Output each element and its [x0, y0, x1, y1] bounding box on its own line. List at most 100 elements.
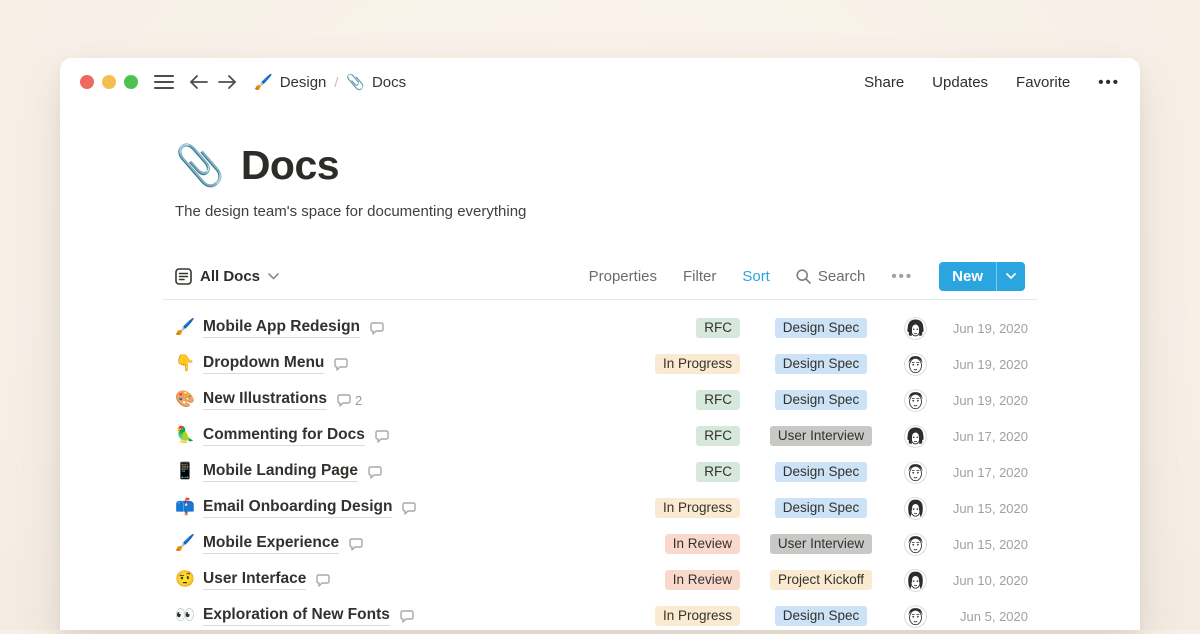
avatar[interactable]: [904, 533, 927, 556]
new-button-label[interactable]: New: [939, 262, 996, 291]
row-date: Jun 19, 2020: [940, 321, 1028, 336]
doc-title-link[interactable]: Email Onboarding Design: [203, 498, 392, 518]
new-button[interactable]: New: [939, 262, 1025, 291]
doc-emoji-icon: 📫: [175, 500, 203, 516]
table-row[interactable]: 🎨 New Illustrations 2 RFC Design Spec Ju…: [163, 382, 1037, 418]
avatar[interactable]: [904, 605, 927, 628]
doc-title-link[interactable]: Mobile Experience: [203, 534, 339, 554]
comment-count[interactable]: [375, 430, 393, 443]
status-badge[interactable]: In Progress: [655, 498, 740, 518]
doc-type-badge[interactable]: Design Spec: [775, 462, 868, 482]
titlebar-actions: Share Updates Favorite •••: [864, 74, 1120, 91]
doc-title-link[interactable]: Mobile Landing Page: [203, 462, 358, 482]
favorite-button[interactable]: Favorite: [1016, 74, 1070, 91]
doc-title-link[interactable]: User Interface: [203, 570, 306, 590]
status-badge[interactable]: In Progress: [655, 354, 740, 374]
doc-type-badge[interactable]: Design Spec: [775, 318, 868, 338]
sidebar-menu-button[interactable]: [154, 75, 174, 89]
row-date: Jun 17, 2020: [940, 465, 1028, 480]
forward-button[interactable]: [218, 75, 236, 89]
doc-emoji-icon: 🎨: [175, 392, 203, 408]
chevron-down-icon: [268, 273, 279, 280]
breadcrumb-label: Docs: [372, 74, 406, 91]
comment-count[interactable]: [370, 322, 388, 335]
comment-bubble-icon: [349, 538, 363, 551]
filter-button[interactable]: Filter: [683, 268, 716, 285]
table-row[interactable]: 🤨 User Interface In Review Project Kicko…: [163, 562, 1037, 598]
table-row[interactable]: 👇 Dropdown Menu In Progress Design Spec …: [163, 346, 1037, 382]
hamburger-icon: [154, 75, 174, 89]
share-button[interactable]: Share: [864, 74, 904, 91]
row-date: Jun 17, 2020: [940, 429, 1028, 444]
doc-title-link[interactable]: Dropdown Menu: [203, 354, 324, 374]
avatar[interactable]: [904, 461, 927, 484]
updates-button[interactable]: Updates: [932, 74, 988, 91]
avatar[interactable]: [904, 497, 927, 520]
comment-count[interactable]: 2: [337, 393, 362, 408]
table-row[interactable]: 👀 Exploration of New Fonts In Progress D…: [163, 598, 1037, 634]
table-row[interactable]: 🖌️ Mobile App Redesign RFC Design Spec J…: [163, 310, 1037, 346]
doc-emoji-icon: 🦜: [175, 428, 203, 444]
search-button[interactable]: Search: [796, 268, 866, 285]
table-row[interactable]: 🦜 Commenting for Docs RFC User Interview…: [163, 418, 1037, 454]
doc-type-badge[interactable]: User Interview: [770, 534, 872, 554]
doc-type-badge[interactable]: Design Spec: [775, 354, 868, 374]
sort-button[interactable]: Sort: [742, 268, 770, 285]
comment-count[interactable]: [334, 358, 352, 371]
avatar[interactable]: [904, 425, 927, 448]
breadcrumb-label: Design: [280, 74, 327, 91]
doc-emoji-icon: 🤨: [175, 572, 203, 588]
breadcrumb-item-design[interactable]: 🖌️ Design: [254, 73, 326, 91]
doc-emoji-icon: 👀: [175, 608, 203, 624]
minimize-window-button[interactable]: [102, 75, 116, 89]
doc-type-badge[interactable]: Design Spec: [775, 498, 868, 518]
comment-count[interactable]: [400, 610, 418, 623]
status-badge[interactable]: RFC: [696, 318, 740, 338]
status-badge[interactable]: In Progress: [655, 606, 740, 626]
comment-count[interactable]: [402, 502, 420, 515]
breadcrumb: 🖌️ Design / 📎 Docs: [254, 73, 406, 91]
table-row[interactable]: 📫 Email Onboarding Design In Progress De…: [163, 490, 1037, 526]
page-icon-paperclip[interactable]: 📎: [175, 146, 225, 186]
status-badge[interactable]: RFC: [696, 462, 740, 482]
paperclip-icon: 📎: [346, 73, 365, 91]
close-window-button[interactable]: [80, 75, 94, 89]
doc-type-badge[interactable]: Design Spec: [775, 606, 868, 626]
doc-title-link[interactable]: Mobile App Redesign: [203, 318, 360, 338]
traffic-lights: [80, 75, 138, 89]
new-button-dropdown[interactable]: [996, 262, 1025, 291]
table-row[interactable]: 📱 Mobile Landing Page RFC Design Spec Ju…: [163, 454, 1037, 490]
zoom-window-button[interactable]: [124, 75, 138, 89]
window-more-button[interactable]: •••: [1098, 74, 1120, 91]
status-badge[interactable]: RFC: [696, 426, 740, 446]
back-button[interactable]: [190, 75, 208, 89]
doc-title-link[interactable]: New Illustrations: [203, 390, 327, 410]
arrow-left-icon: [190, 75, 208, 89]
doc-emoji-icon: 🖌️: [175, 320, 203, 336]
properties-button[interactable]: Properties: [589, 268, 657, 285]
view-switcher-all-docs[interactable]: All Docs: [175, 268, 279, 285]
comment-count[interactable]: [316, 574, 334, 587]
comment-bubble-icon: [334, 358, 348, 371]
search-icon: [796, 269, 811, 284]
row-date: Jun 5, 2020: [940, 609, 1028, 624]
toolbar-more-button[interactable]: •••: [891, 268, 913, 285]
doc-type-badge[interactable]: User Interview: [770, 426, 872, 446]
avatar[interactable]: [904, 317, 927, 340]
comment-bubble-icon: [400, 610, 414, 623]
status-badge[interactable]: In Review: [665, 570, 740, 590]
doc-type-badge[interactable]: Design Spec: [775, 390, 868, 410]
doc-title-link[interactable]: Exploration of New Fonts: [203, 606, 390, 626]
comment-count[interactable]: [349, 538, 367, 551]
table-row[interactable]: 🖌️ Mobile Experience In Review User Inte…: [163, 526, 1037, 562]
row-date: Jun 15, 2020: [940, 501, 1028, 516]
doc-type-badge[interactable]: Project Kickoff: [770, 570, 872, 590]
avatar[interactable]: [904, 389, 927, 412]
avatar[interactable]: [904, 569, 927, 592]
status-badge[interactable]: RFC: [696, 390, 740, 410]
avatar[interactable]: [904, 353, 927, 376]
status-badge[interactable]: In Review: [665, 534, 740, 554]
breadcrumb-item-docs[interactable]: 📎 Docs: [346, 73, 406, 91]
comment-count[interactable]: [368, 466, 386, 479]
doc-title-link[interactable]: Commenting for Docs: [203, 426, 365, 446]
